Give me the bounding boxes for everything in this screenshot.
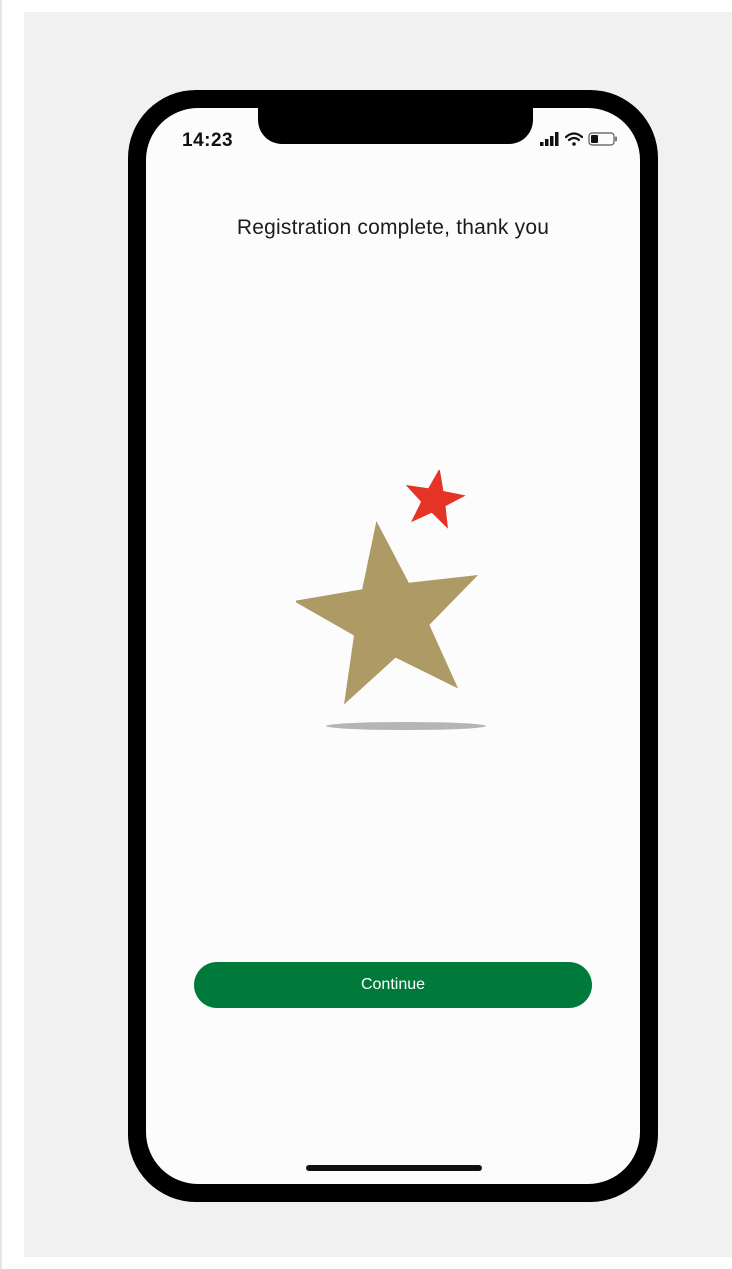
canvas: 14:23 Registration complete, thank you C… — [0, 0, 732, 1269]
status-time: 14:23 — [182, 130, 234, 151]
notch — [258, 108, 533, 144]
phone-screen: 14:23 Registration complete, thank you C… — [146, 108, 640, 1184]
page-title: Registration complete, thank you — [236, 216, 550, 239]
home-indicator[interactable] — [306, 1165, 482, 1171]
wifi-icon — [565, 132, 583, 146]
large-gold-star — [296, 521, 479, 705]
star-logo-icon — [296, 470, 486, 730]
signal-icon — [540, 132, 559, 146]
star-shadow — [326, 722, 486, 730]
phone-frame: 14:23 Registration complete, thank you C… — [128, 90, 658, 1202]
continue-button[interactable]: Continue — [194, 962, 592, 1008]
battery-icon — [588, 132, 617, 146]
small-red-star — [405, 470, 466, 529]
left-border — [0, 0, 2, 1269]
status-icons — [540, 132, 618, 146]
